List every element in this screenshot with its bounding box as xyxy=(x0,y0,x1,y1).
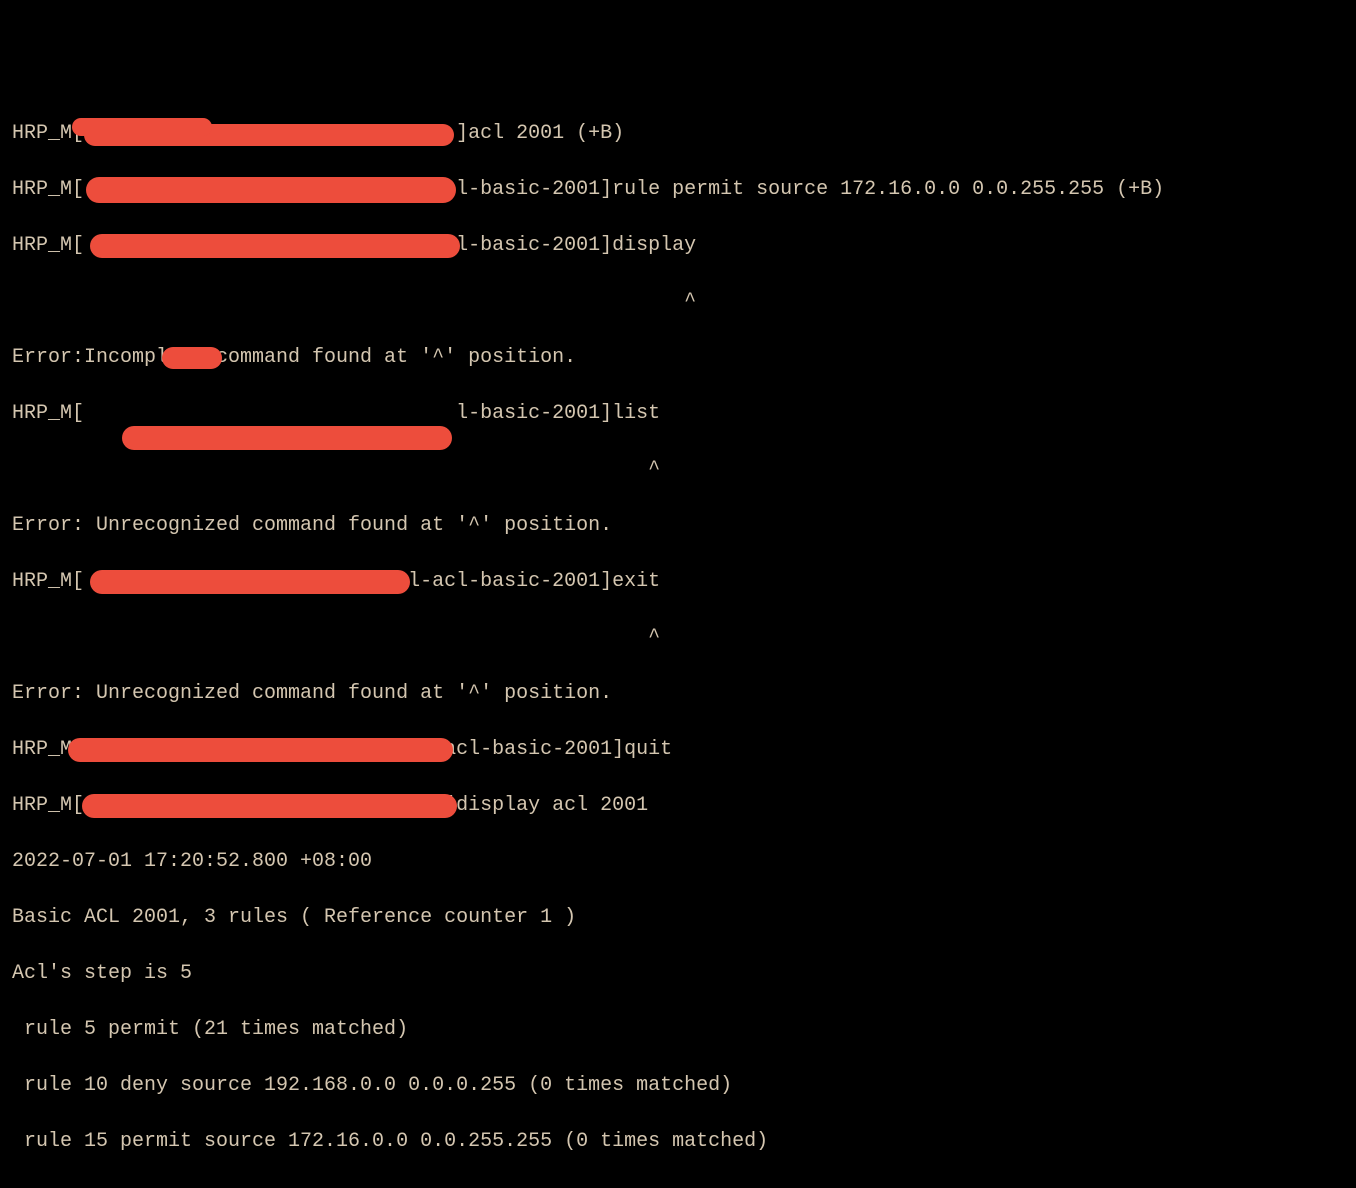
cli-output: Acl's step is 5 xyxy=(12,962,192,985)
cli-rule: rule 5 permit (21 times matched) xyxy=(12,1018,408,1041)
redaction-mark xyxy=(90,570,410,594)
cli-error: Error: Unrecognized command found at '^'… xyxy=(12,514,612,537)
terminal-line: HRP_M[ ]display acl 2001 xyxy=(12,792,1344,820)
terminal-line: ^ xyxy=(12,456,1344,484)
terminal-line: 2022-07-01 17:20:52.800 +08:00 xyxy=(12,848,1344,876)
terminal-line: Error: Unrecognized command found at '^'… xyxy=(12,512,1344,540)
cli-caret: ^ xyxy=(12,290,696,313)
cli-text: HRP_M[ l-basic-2001]list xyxy=(12,402,660,425)
terminal-line: HRP_M[ l-basic-2001]display xyxy=(12,232,1344,260)
redaction-mark xyxy=(68,738,453,762)
terminal-line: rule 10 deny source 192.168.0.0 0.0.0.25… xyxy=(12,1072,1344,1100)
terminal-line: Basic ACL 2001, 3 rules ( Reference coun… xyxy=(12,904,1344,932)
redaction-mark xyxy=(86,177,456,203)
terminal-line: ^ xyxy=(12,624,1344,652)
terminal-line: HRP_M[ l-basic-2001]rule permit source 1… xyxy=(12,176,1344,204)
terminal-line: ^ xyxy=(12,288,1344,316)
terminal-line: rule 5 permit (21 times matched) xyxy=(12,1016,1344,1044)
cli-timestamp: 2022-07-01 17:20:52.800 +08:00 xyxy=(12,850,372,873)
terminal-line: HRP_M[ ]acl 2001 (+B) xyxy=(12,120,1344,148)
terminal-line: Error: Unrecognized command found at '^'… xyxy=(12,680,1344,708)
redaction-mark xyxy=(162,347,222,369)
terminal-line: Error:Incomplete command found at '^' po… xyxy=(12,344,1344,372)
terminal-line: rule 15 permit source 172.16.0.0 0.0.255… xyxy=(12,1128,1344,1156)
cli-caret: ^ xyxy=(12,626,660,649)
terminal-line: HRP_M[ l-acl-basic-2001]exit xyxy=(12,568,1344,596)
cli-caret: ^ xyxy=(12,458,660,481)
cli-error: Error:Incomplete command found at '^' po… xyxy=(12,346,576,369)
cli-output: Basic ACL 2001, 3 rules ( Reference coun… xyxy=(12,906,576,929)
cli-error: Error: Unrecognized command found at '^'… xyxy=(12,682,612,705)
cli-rule: rule 15 permit source 172.16.0.0 0.0.255… xyxy=(12,1130,768,1153)
terminal-line: HRP_M[ -acl-basic-2001]quit xyxy=(12,736,1344,764)
redaction-mark xyxy=(82,794,457,818)
terminal-line: Acl's step is 5 xyxy=(12,960,1344,988)
cli-rule: rule 10 deny source 192.168.0.0 0.0.0.25… xyxy=(12,1074,732,1097)
terminal-line: HRP_M[ l-basic-2001]list xyxy=(12,400,1344,428)
redaction-mark xyxy=(72,118,212,136)
redaction-mark xyxy=(90,234,460,258)
redaction-mark xyxy=(122,426,452,450)
